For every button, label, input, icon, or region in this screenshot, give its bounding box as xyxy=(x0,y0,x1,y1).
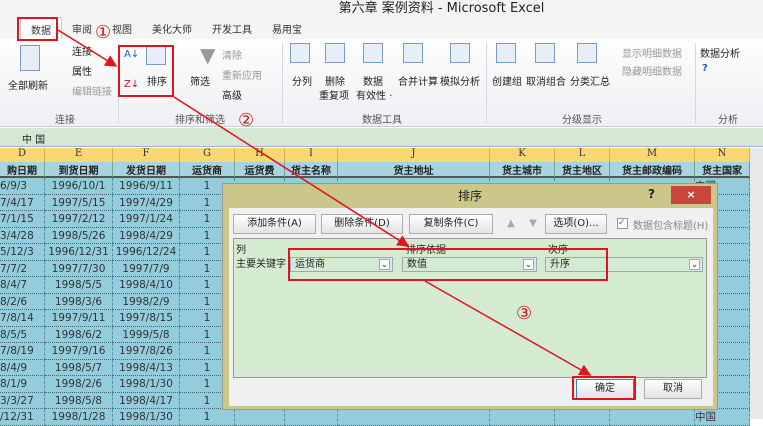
arrow-3 xyxy=(424,280,592,376)
arrow-1 xyxy=(57,29,118,67)
arrow-2 xyxy=(173,96,410,247)
annotation-arrows xyxy=(57,29,592,376)
